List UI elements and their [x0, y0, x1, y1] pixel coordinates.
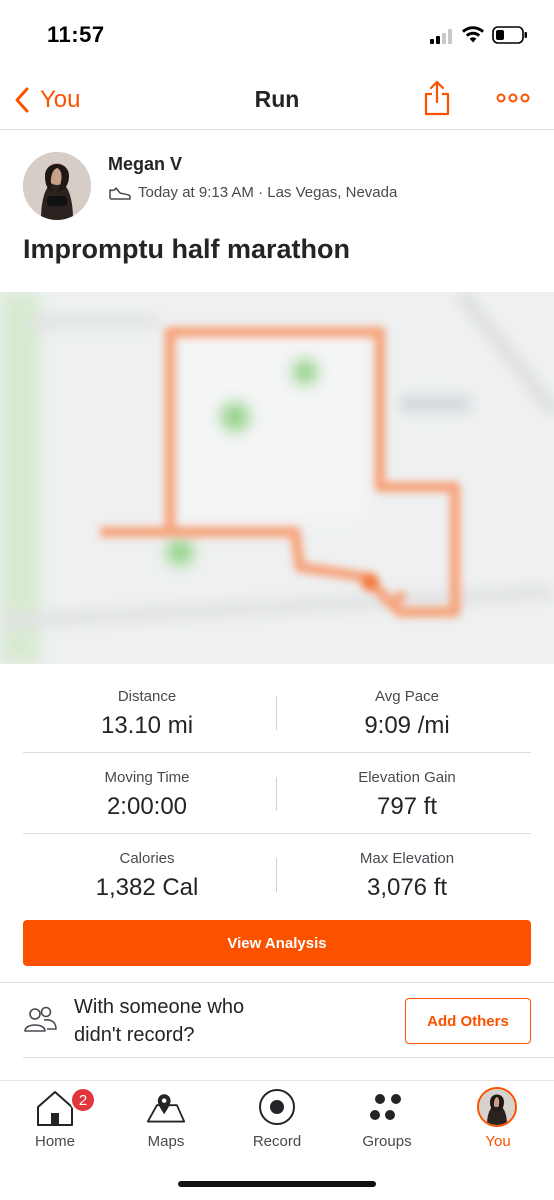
- stat-label: Distance: [117, 688, 177, 705]
- tab-label: Home: [34, 1133, 75, 1150]
- home-icon: [37, 1091, 73, 1126]
- stat-value: 1,382 Cal: [95, 874, 199, 901]
- stat-value: 13.10 mi: [100, 712, 194, 739]
- route-map[interactable]: [0, 292, 554, 664]
- groups-icon: [370, 1094, 401, 1120]
- map-icon: [146, 1094, 186, 1123]
- stat-row: Distance 13.10 mi Avg Pace 9:09 /mi: [23, 672, 531, 753]
- stat-calories: Calories 1,382 Cal: [23, 834, 271, 915]
- activity-header: Megan V Today at 9:13 AM · Las Vegas, Ne…: [0, 130, 554, 290]
- battery-icon: [492, 26, 527, 44]
- stat-value: 2:00:00: [106, 793, 188, 820]
- tab-maps[interactable]: Maps: [111, 1081, 221, 1153]
- stat-row: Moving Time 2:00:00 Elevation Gain 797 f…: [23, 753, 531, 834]
- back-label: You: [40, 86, 81, 113]
- stat-value: 797 ft: [376, 793, 438, 820]
- stat-max-elevation: Max Elevation 3,076 ft: [283, 834, 531, 915]
- stat-elevation-gain: Elevation Gain 797 ft: [283, 753, 531, 834]
- page-title: Run: [254, 86, 300, 112]
- tab-label: Record: [252, 1133, 302, 1150]
- add-others-button[interactable]: Add Others: [405, 998, 531, 1044]
- shoe-icon: [109, 186, 131, 200]
- share-icon[interactable]: [422, 80, 452, 116]
- divider: [23, 1057, 554, 1058]
- tab-label: You: [485, 1133, 511, 1150]
- status-bar: 11:57: [0, 0, 554, 70]
- activity-stats: Distance 13.10 mi Avg Pace 9:09 /mi Movi…: [23, 672, 531, 915]
- stat-label: Avg Pace: [375, 688, 439, 705]
- stat-divider: [276, 696, 277, 730]
- stat-label: Elevation Gain: [358, 769, 456, 786]
- activity-meta: Today at 9:13 AM · Las Vegas, Nevada: [108, 184, 397, 201]
- activity-title: Impromptu half marathon: [23, 234, 351, 264]
- stat-divider: [276, 777, 277, 811]
- tab-label: Maps: [147, 1133, 185, 1150]
- tab-groups[interactable]: Groups: [332, 1081, 442, 1153]
- stat-row: Calories 1,382 Cal Max Elevation 3,076 f…: [23, 834, 531, 915]
- navigation-bar: You Run: [0, 70, 554, 130]
- view-analysis-button[interactable]: View Analysis: [23, 920, 531, 966]
- avatar[interactable]: [23, 152, 91, 220]
- record-icon: [259, 1089, 295, 1125]
- people-icon: [24, 1006, 57, 1032]
- stat-value: 9:09 /mi: [364, 712, 450, 739]
- stat-avg-pace: Avg Pace 9:09 /mi: [283, 672, 531, 753]
- activity-date-location: Today at 9:13 AM · Las Vegas, Nevada: [138, 184, 398, 201]
- back-button[interactable]: You: [12, 82, 81, 118]
- stat-label: Calories: [119, 850, 175, 867]
- home-indicator: [178, 1181, 376, 1187]
- wifi-icon: [462, 26, 484, 43]
- profile-avatar: [477, 1087, 517, 1127]
- stat-value: 3,076 ft: [366, 874, 448, 901]
- stat-label: Max Elevation: [359, 850, 455, 867]
- cellular-signal-icon: [430, 28, 456, 44]
- status-time: 11:57: [47, 22, 105, 47]
- tab-you[interactable]: You: [443, 1081, 553, 1153]
- stat-divider: [276, 858, 277, 892]
- tab-home[interactable]: 2 Home: [0, 1081, 110, 1153]
- stat-label: Moving Time: [104, 769, 190, 786]
- athlete-name[interactable]: Megan V: [108, 154, 182, 175]
- stat-moving-time: Moving Time 2:00:00: [23, 753, 271, 834]
- chevron-left-icon: [15, 87, 29, 113]
- more-icon[interactable]: [496, 90, 530, 106]
- tab-record[interactable]: Record: [222, 1081, 332, 1153]
- tab-label: Groups: [362, 1133, 412, 1150]
- with-others-section: With someone who didn't record? Add Othe…: [0, 982, 554, 1058]
- stat-distance: Distance 13.10 mi: [23, 672, 271, 753]
- with-others-prompt: With someone who didn't record?: [74, 996, 245, 1046]
- notification-badge: 2: [70, 1087, 96, 1113]
